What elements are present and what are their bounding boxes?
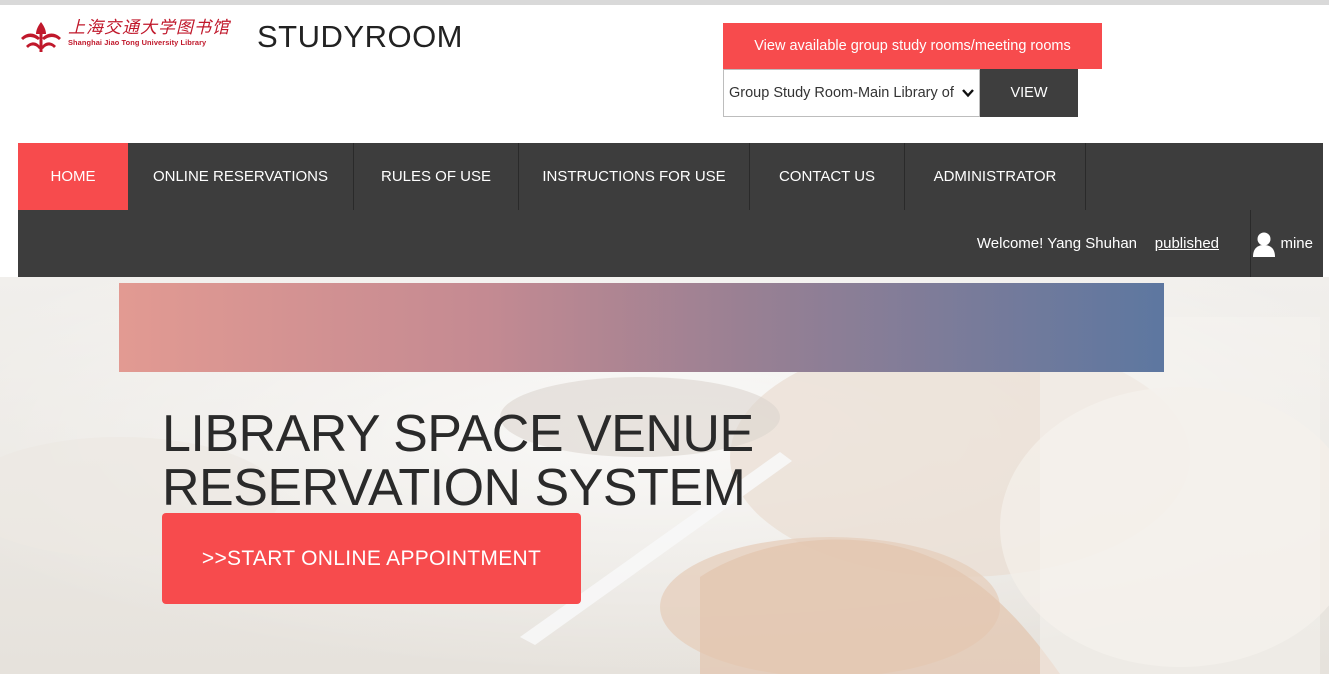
chevron-down-icon [962, 89, 974, 98]
hero-title: LIBRARY SPACE VENUE RESERVATION SYSTEM [162, 407, 754, 515]
user-bar: Welcome! Yang Shuhan published mine [18, 210, 1323, 277]
start-online-appointment-button[interactable]: >>START ONLINE APPOINTMENT [162, 513, 581, 604]
welcome-text: Welcome! Yang Shuhan [976, 235, 1137, 252]
user-bar-divider [1250, 210, 1251, 277]
user-icon [1253, 232, 1276, 257]
nav-item-administrator[interactable]: ADMINISTRATOR [905, 143, 1086, 210]
main-nav: HOME ONLINE RESERVATIONS RULES OF USE IN… [18, 143, 1323, 210]
library-logo[interactable]: 上海交通大学图书馆 Shanghai Jiao Tong University … [18, 18, 230, 58]
nav-item-home[interactable]: HOME [18, 143, 128, 210]
hero-title-line-2: RESERVATION SYSTEM [162, 459, 746, 517]
view-available-rooms-button[interactable]: View available group study rooms/meeting… [723, 23, 1102, 69]
logo-english-name: Shanghai Jiao Tong University Library [68, 38, 207, 47]
mine-label: mine [1280, 235, 1313, 252]
room-type-select[interactable]: Group Study Room-Main Library of [723, 69, 980, 117]
hero-section: LIBRARY SPACE VENUE RESERVATION SYSTEM >… [0, 277, 1329, 674]
view-button[interactable]: VIEW [980, 69, 1078, 117]
room-type-selected: Group Study Room-Main Library of [729, 85, 954, 101]
nav-item-rules-of-use[interactable]: RULES OF USE [354, 143, 519, 210]
logo-chinese-name: 上海交通大学图书馆 [68, 18, 230, 38]
published-link[interactable]: published [1155, 210, 1219, 277]
logo-mark-icon [21, 22, 61, 52]
nav-item-online-reservations[interactable]: ONLINE RESERVATIONS [128, 143, 354, 210]
app-title: STUDYROOM [257, 19, 463, 54]
gradient-banner [119, 283, 1164, 372]
hero-title-line-1: LIBRARY SPACE VENUE [162, 405, 754, 463]
nav-item-instructions-for-use[interactable]: INSTRUCTIONS FOR USE [519, 143, 750, 210]
nav-item-contact-us[interactable]: CONTACT US [750, 143, 905, 210]
top-border [0, 0, 1329, 5]
mine-link[interactable]: mine [1252, 210, 1313, 277]
